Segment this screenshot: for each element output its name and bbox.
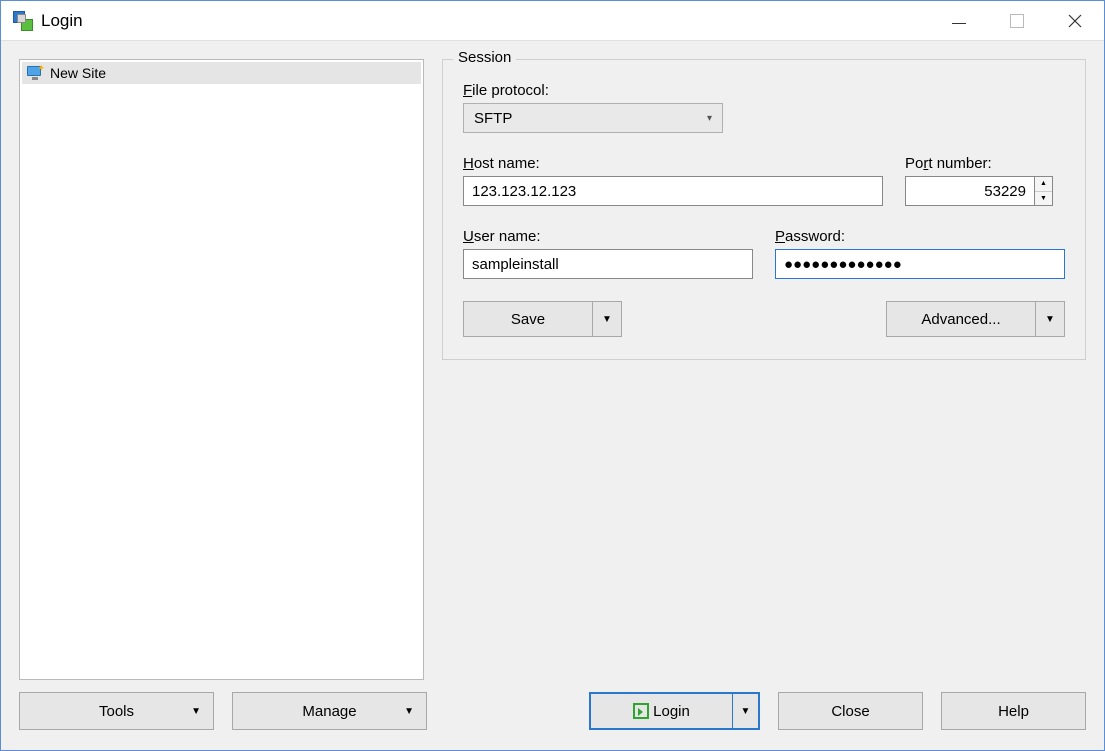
footer-row: Tools ▼ Manage ▼ Login ▼ Close Help bbox=[19, 692, 1086, 732]
advanced-button-main[interactable]: Advanced... bbox=[886, 301, 1036, 337]
tools-label: Tools bbox=[99, 703, 134, 720]
login-window: Login ✦ New Site bbox=[0, 0, 1105, 751]
site-item-new-site[interactable]: ✦ New Site bbox=[22, 62, 421, 84]
window-title: Login bbox=[41, 11, 83, 31]
site-item-label: New Site bbox=[50, 65, 106, 81]
chevron-down-icon: ▼ bbox=[404, 706, 414, 717]
maximize-button bbox=[988, 1, 1046, 40]
session-legend: Session bbox=[453, 49, 516, 66]
tools-button[interactable]: Tools ▼ bbox=[19, 692, 214, 730]
login-icon bbox=[633, 703, 649, 719]
help-button[interactable]: Help bbox=[941, 692, 1086, 730]
password-label: Password: bbox=[775, 228, 1065, 245]
chevron-down-icon: ▾ bbox=[707, 113, 712, 124]
user-name-input[interactable] bbox=[463, 249, 753, 279]
login-dropdown[interactable]: ▼ bbox=[732, 692, 760, 730]
login-label: Login bbox=[653, 703, 690, 720]
user-name-label: User name: bbox=[463, 228, 753, 245]
port-spinner[interactable]: ▲ ▼ bbox=[905, 176, 1065, 206]
sites-list[interactable]: ✦ New Site bbox=[19, 59, 424, 680]
save-button-main[interactable]: Save bbox=[463, 301, 593, 337]
client-area: ✦ New Site Session File protocol: SFTP ▾ bbox=[1, 41, 1104, 750]
session-groupbox: Session File protocol: SFTP ▾ Host name: bbox=[442, 59, 1086, 360]
port-spin-buttons[interactable]: ▲ ▼ bbox=[1035, 176, 1053, 206]
port-label: Port number: bbox=[905, 155, 1065, 172]
save-dropdown[interactable]: ▼ bbox=[592, 301, 622, 337]
file-protocol-value: SFTP bbox=[474, 110, 512, 127]
close-button[interactable]: Close bbox=[778, 692, 923, 730]
file-protocol-label: File protocol: bbox=[463, 82, 1065, 99]
login-button-main[interactable]: Login bbox=[589, 692, 734, 730]
manage-label: Manage bbox=[302, 703, 356, 720]
titlebar: Login bbox=[1, 1, 1104, 41]
session-panel: Session File protocol: SFTP ▾ Host name: bbox=[442, 59, 1086, 680]
window-controls bbox=[930, 1, 1104, 40]
host-name-label: Host name: bbox=[463, 155, 883, 172]
close-window-button[interactable] bbox=[1046, 1, 1104, 40]
chevron-down-icon: ▼ bbox=[191, 706, 201, 717]
spin-down-icon[interactable]: ▼ bbox=[1035, 192, 1052, 206]
port-input[interactable] bbox=[905, 176, 1035, 206]
main-row: ✦ New Site Session File protocol: SFTP ▾ bbox=[19, 59, 1086, 680]
spin-up-icon[interactable]: ▲ bbox=[1035, 177, 1052, 192]
manage-button[interactable]: Manage ▼ bbox=[232, 692, 427, 730]
close-label: Close bbox=[831, 703, 869, 720]
file-protocol-combo[interactable]: SFTP ▾ bbox=[463, 103, 723, 133]
help-label: Help bbox=[998, 703, 1029, 720]
password-input[interactable] bbox=[775, 249, 1065, 279]
advanced-button[interactable]: Advanced... ▼ bbox=[886, 301, 1065, 337]
minimize-button[interactable] bbox=[930, 1, 988, 40]
new-site-icon: ✦ bbox=[26, 65, 44, 81]
advanced-dropdown[interactable]: ▼ bbox=[1035, 301, 1065, 337]
save-button[interactable]: Save ▼ bbox=[463, 301, 622, 337]
login-button[interactable]: Login ▼ bbox=[589, 692, 760, 730]
host-name-input[interactable] bbox=[463, 176, 883, 206]
app-icon bbox=[13, 11, 33, 31]
